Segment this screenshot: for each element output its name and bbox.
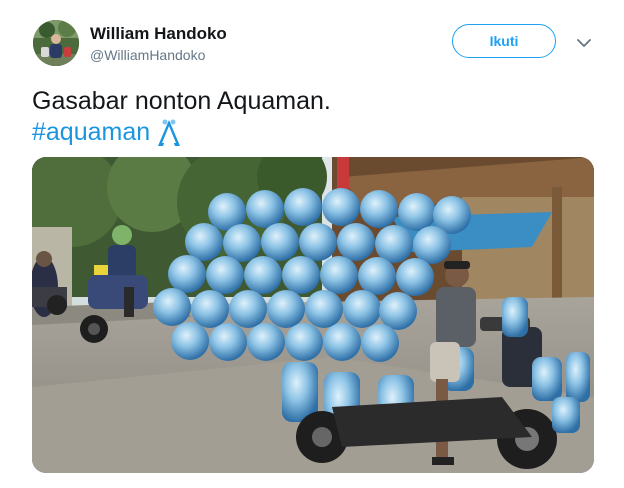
hashtag-line: #aquaman (32, 117, 182, 148)
author-handle[interactable]: @WilliamHandoko (90, 47, 205, 63)
tweet-card: William Handoko @WilliamHandoko Ikuti Ga… (0, 0, 624, 488)
tweet-text: Gasabar nonton Aquaman. (32, 87, 331, 115)
avatar[interactable] (33, 20, 79, 66)
aquaman-trident-icon (158, 119, 181, 146)
author-name[interactable]: William Handoko (90, 24, 227, 44)
hashtag-link[interactable]: #aquaman (32, 117, 150, 148)
follow-button[interactable]: Ikuti (452, 24, 556, 58)
chevron-down-icon[interactable] (575, 34, 593, 52)
tweet-photo[interactable] (32, 157, 594, 473)
